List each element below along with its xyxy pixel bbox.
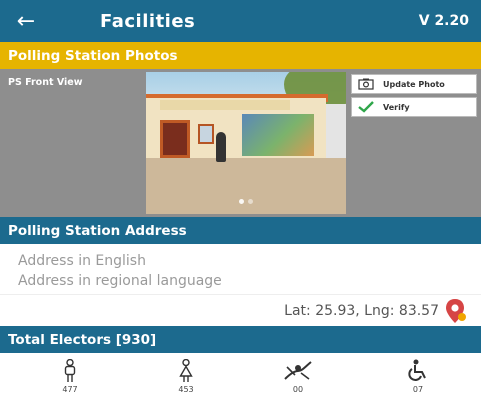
address-regional-field[interactable]: Address in regional language xyxy=(18,273,222,289)
wheelchair-icon xyxy=(408,359,426,381)
carousel-dot-active[interactable] xyxy=(239,199,244,204)
update-photo-label: Update Photo xyxy=(383,79,445,89)
polling-station-photo[interactable] xyxy=(146,72,346,214)
version-label: V 2.20 xyxy=(418,13,469,29)
address-block: Address in English Address in regional l… xyxy=(0,244,481,326)
stat-pwd: 07 xyxy=(388,353,448,403)
check-icon xyxy=(355,101,377,113)
camera-icon xyxy=(355,78,377,90)
coordinates-text: Lat: 25.93, Lng: 83.57 xyxy=(284,303,439,319)
third-gender-icon xyxy=(284,361,312,380)
carousel-indicator[interactable] xyxy=(146,189,346,208)
photo-panel: PS Front View Update Photo Verify xyxy=(0,69,481,217)
verify-label: Verify xyxy=(383,102,410,112)
photo-view-label: PS Front View xyxy=(8,77,83,88)
arrow-left-icon: ← xyxy=(16,8,36,34)
back-button[interactable]: ← xyxy=(0,0,52,42)
stat-third-gender: 00 xyxy=(268,353,328,403)
update-photo-button[interactable]: Update Photo xyxy=(351,74,477,94)
electors-section-header: Total Electors [930] xyxy=(0,326,481,353)
page-title: Facilities xyxy=(100,10,196,32)
app-bar: ← Facilities V 2.20 xyxy=(0,0,481,42)
pwd-count: 07 xyxy=(412,385,424,394)
stat-male: 477 xyxy=(40,353,100,403)
verify-button[interactable]: Verify xyxy=(351,97,477,117)
male-count: 477 xyxy=(62,385,78,394)
photos-section-header: Polling Station Photos xyxy=(0,42,481,69)
electors-stats: 477 453 00 07 xyxy=(0,353,481,403)
male-voter-icon xyxy=(64,359,76,382)
map-pin-icon[interactable] xyxy=(445,298,467,324)
stat-female: 453 xyxy=(156,353,216,403)
address-section-header: Polling Station Address xyxy=(0,217,481,244)
divider xyxy=(0,294,481,295)
female-count: 453 xyxy=(178,385,194,394)
female-voter-icon xyxy=(179,359,193,382)
carousel-dot[interactable] xyxy=(248,199,253,204)
third-gender-count: 00 xyxy=(292,385,304,394)
address-english-field[interactable]: Address in English xyxy=(18,253,146,269)
